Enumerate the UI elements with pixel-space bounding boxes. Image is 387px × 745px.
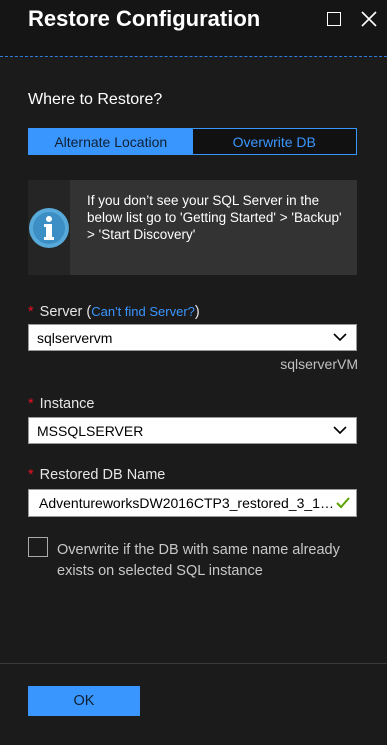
tab-alternate-location[interactable]: Alternate Location — [29, 129, 193, 154]
blade-header: Restore Configuration — [0, 0, 387, 56]
restored-db-name-input[interactable]: AdventureworksDW2016CTP3_restored_3_10_2… — [28, 489, 357, 517]
server-link-close: ) — [194, 304, 200, 320]
footer-divider — [0, 663, 387, 664]
close-icon[interactable] — [360, 10, 378, 28]
required-mark: * — [28, 467, 34, 483]
checkmark-icon — [336, 497, 350, 509]
maximize-icon[interactable] — [325, 10, 343, 28]
overwrite-checkbox-label: Overwrite if the DB with same name alrea… — [57, 542, 340, 579]
info-banner: If you don’t see your SQL Server in the … — [28, 180, 357, 275]
required-mark: * — [28, 396, 34, 412]
server-dropdown[interactable]: sqlservervm — [28, 324, 357, 351]
ok-button[interactable]: OK — [28, 686, 140, 716]
tab-overwrite-db[interactable]: Overwrite DB — [192, 129, 356, 154]
server-label: * Server (Can't find Server?) — [28, 304, 200, 320]
chevron-down-icon — [333, 426, 347, 435]
info-message: If you don’t see your SQL Server in the … — [87, 193, 342, 242]
required-mark: * — [28, 304, 34, 320]
server-label-text: Server — [39, 304, 83, 320]
info-icon-container — [28, 180, 70, 275]
overwrite-checkbox[interactable] — [28, 537, 48, 557]
restored-db-label: * Restored DB Name — [28, 467, 165, 483]
instance-selected-value: MSSQLSERVER — [37, 423, 144, 439]
server-selected-value: sqlservervm — [37, 330, 113, 346]
cant-find-server-link[interactable]: Can't find Server? — [91, 304, 195, 319]
restore-target-tabs: Alternate Location Overwrite DB — [28, 128, 357, 155]
instance-dropdown[interactable]: MSSQLSERVER — [28, 417, 357, 444]
server-display-name: sqlserverVM — [280, 356, 358, 372]
restored-db-name-value: AdventureworksDW2016CTP3_restored_3_10_2… — [39, 495, 334, 511]
instance-label: * Instance — [28, 396, 94, 412]
blade-title: Restore Configuration — [28, 6, 261, 31]
chevron-down-icon — [333, 333, 347, 342]
info-icon — [29, 207, 69, 248]
header-divider — [0, 56, 387, 57]
instance-label-text: Instance — [39, 396, 95, 412]
restored-db-label-text: Restored DB Name — [39, 467, 166, 483]
where-to-restore-heading: Where to Restore? — [28, 91, 163, 108]
